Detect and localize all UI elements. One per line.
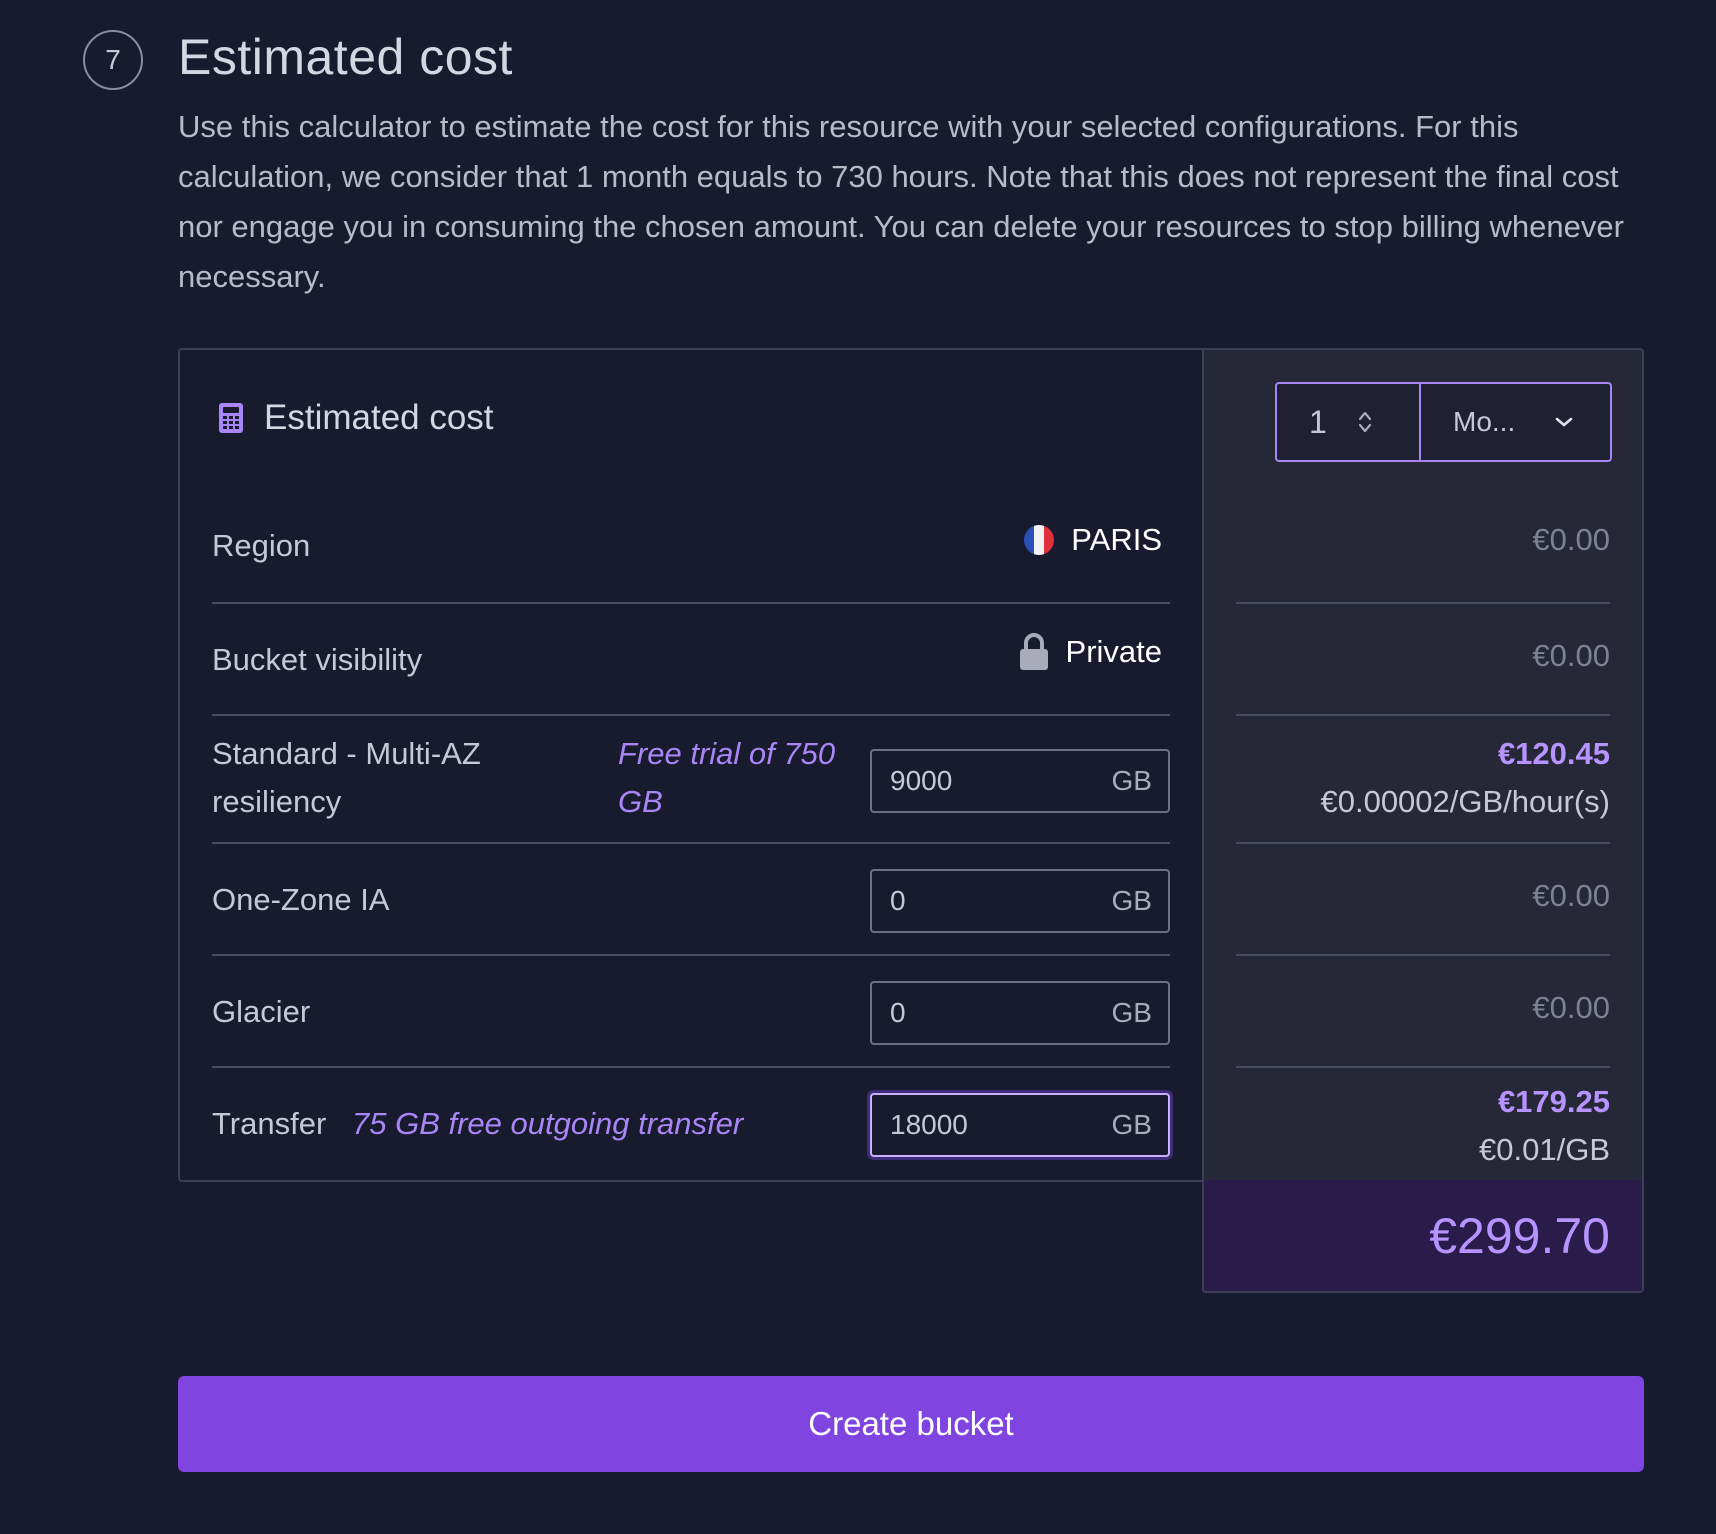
onezone-storage-row: One-Zone IA GB €0.00 — [178, 844, 1644, 956]
cost-calculator: Estimated cost 1 Mo... Region PARIS €0.0… — [178, 348, 1644, 1293]
period-quantity-stepper[interactable]: 1 — [1277, 384, 1421, 460]
create-bucket-button[interactable]: Create bucket — [178, 1376, 1644, 1472]
glacier-storage-row: Glacier GB €0.00 — [178, 956, 1644, 1068]
calculator-header: Estimated cost — [218, 398, 494, 438]
transfer-free-note: 75 GB free outgoing transfer — [352, 1106, 744, 1141]
section-title: Estimated cost — [178, 29, 513, 85]
transfer-label: Transfer — [212, 1106, 327, 1141]
transfer-price: €179.25 — [1497, 1084, 1610, 1119]
standard-unit-price: €0.00002/GB/hour(s) — [1320, 784, 1610, 819]
region-row: Region PARIS €0.00 — [178, 486, 1644, 604]
period-quantity-value[interactable]: 1 — [1309, 404, 1327, 441]
onezone-gb-unit: GB — [1111, 885, 1152, 916]
transfer-row: Transfer 75 GB free outgoing transfer GB… — [178, 1068, 1644, 1182]
glacier-gb-input[interactable] — [890, 997, 1070, 1029]
standard-gb-unit: GB — [1111, 765, 1152, 796]
calculator-title: Estimated cost — [264, 398, 494, 437]
glacier-label: Glacier — [212, 994, 311, 1029]
calculator-icon — [219, 403, 243, 433]
onezone-label: One-Zone IA — [212, 882, 390, 917]
period-unit-value: Mo... — [1453, 406, 1516, 437]
transfer-gb-input[interactable] — [890, 1109, 1070, 1141]
region-price: €0.00 — [1532, 522, 1610, 557]
visibility-price: €0.00 — [1532, 638, 1610, 673]
period-unit-select[interactable]: Mo... — [1421, 384, 1610, 460]
france-flag-icon — [1024, 525, 1055, 555]
transfer-gb-field[interactable]: GB — [870, 1093, 1170, 1157]
standard-free-trial-note: Free trial of 750 GB — [618, 736, 836, 819]
visibility-label: Bucket visibility — [212, 642, 423, 677]
section-description: Use this calculator to estimate the cost… — [178, 109, 1624, 294]
glacier-gb-field[interactable]: GB — [870, 981, 1170, 1045]
lock-icon — [1019, 633, 1048, 670]
glacier-gb-unit: GB — [1111, 997, 1152, 1028]
region-name: PARIS — [1071, 522, 1162, 557]
stepper-arrows-icon[interactable] — [1357, 408, 1373, 436]
step-number-badge: 7 — [83, 30, 143, 90]
standard-gb-input[interactable] — [890, 765, 1070, 797]
glacier-price: €0.00 — [1532, 990, 1610, 1025]
standard-storage-row: Standard - Multi-AZ resiliency Free tria… — [178, 716, 1644, 844]
standard-label: Standard - Multi-AZ resiliency — [212, 736, 481, 819]
transfer-unit-price: €0.01/GB — [1479, 1132, 1610, 1167]
billing-period-control: 1 Mo... — [1275, 382, 1612, 462]
onezone-price: €0.00 — [1532, 878, 1610, 913]
visibility-value: Private — [1018, 632, 1162, 672]
onezone-gb-input[interactable] — [890, 885, 1070, 917]
visibility-row: Bucket visibility Private €0.00 — [178, 604, 1644, 716]
standard-price: €120.45 — [1497, 736, 1610, 771]
standard-gb-field[interactable]: GB — [870, 749, 1170, 813]
region-value: PARIS — [1023, 522, 1162, 558]
transfer-gb-unit: GB — [1111, 1109, 1152, 1140]
region-label: Region — [212, 528, 311, 563]
total-cost-box: €299.70 — [1202, 1180, 1644, 1293]
visibility-name: Private — [1065, 634, 1162, 669]
total-cost-amount: €299.70 — [1429, 1207, 1610, 1264]
chevron-down-icon[interactable] — [1554, 415, 1574, 429]
onezone-gb-field[interactable]: GB — [870, 869, 1170, 933]
